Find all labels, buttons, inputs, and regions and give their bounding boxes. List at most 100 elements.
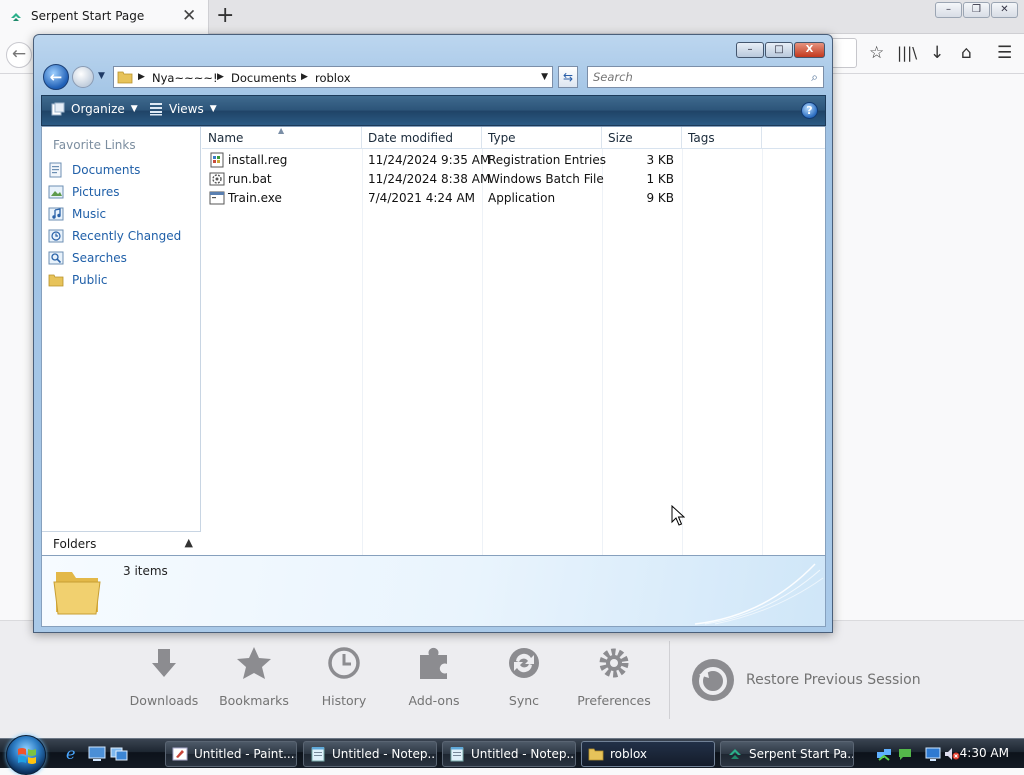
back-button[interactable]: ← <box>43 64 69 90</box>
nav-item-pictures[interactable]: Pictures <box>48 182 120 202</box>
browser-maximize-button[interactable]: ❒ <box>963 2 990 18</box>
footer-downloads[interactable]: Downloads <box>119 645 209 708</box>
address-bar[interactable]: ▶ Nya~~~~! ▶ Documents ▶ roblox ▼ <box>113 66 553 88</box>
new-tab-button[interactable]: + <box>216 3 234 28</box>
pictures-icon <box>48 185 64 199</box>
help-icon[interactable]: ? <box>801 102 818 119</box>
downloads-icon <box>152 649 176 677</box>
monitor-icon[interactable] <box>925 746 941 762</box>
taskbar-button-serpent-browser[interactable]: Serpent Start Pa... <box>720 741 854 767</box>
column-header-type[interactable]: Type <box>482 127 602 149</box>
column-divider <box>482 149 483 555</box>
notepad-icon <box>311 747 325 762</box>
tab-serpent-start-page[interactable]: Serpent Start Page ✕ <box>0 0 209 34</box>
file-row[interactable]: run.bat 11/24/2024 8:38 AM Windows Batch… <box>202 170 825 189</box>
clock[interactable]: 4:30 AM <box>960 746 1009 760</box>
footer-addons[interactable]: Add-ons <box>389 645 479 708</box>
views-button[interactable]: Views ▼ <box>149 102 217 116</box>
tab-title: Serpent Start Page <box>31 9 145 23</box>
windows-logo-icon <box>18 748 36 764</box>
forward-button[interactable] <box>72 66 94 88</box>
hamburger-menu-icon[interactable]: ☰ <box>997 43 1012 63</box>
nav-item-recently-changed[interactable]: Recently Changed <box>48 226 181 246</box>
file-row[interactable]: install.reg 11/24/2024 9:35 AM Registrat… <box>202 151 825 170</box>
breadcrumb-roblox[interactable]: roblox <box>315 71 351 85</box>
browser-minimize-button[interactable]: – <box>935 2 962 18</box>
breadcrumb-user[interactable]: Nya~~~~! <box>152 71 218 85</box>
taskbar-button-label: Serpent Start Pa... <box>749 747 854 761</box>
notification-icon[interactable] <box>897 746 913 762</box>
nav-item-documents[interactable]: Documents <box>48 160 140 180</box>
home-icon[interactable]: ⌂ <box>961 43 972 63</box>
taskbar-button-notepad[interactable]: Untitled - Notep... <box>442 741 576 767</box>
preferences-gear-icon <box>599 648 629 678</box>
network-icon[interactable] <box>876 746 892 762</box>
volume-muted-icon[interactable] <box>944 746 960 762</box>
file-name: install.reg <box>228 153 288 167</box>
organize-button[interactable]: Organize ▼ <box>51 102 138 116</box>
start-button[interactable] <box>6 735 46 775</box>
back-arrow-icon[interactable]: ← <box>6 42 32 68</box>
file-name: Train.exe <box>228 191 282 205</box>
breadcrumb-separator-icon[interactable]: ▶ <box>217 72 224 82</box>
breadcrumb-separator-icon[interactable]: ▶ <box>301 72 308 82</box>
explorer-title-bar[interactable]: – □ X <box>34 35 832 63</box>
footer-label-history: History <box>321 693 367 708</box>
views-icon <box>150 103 162 116</box>
refresh-icon[interactable]: ⇆ <box>558 66 578 88</box>
footer-preferences[interactable]: Preferences <box>569 645 659 708</box>
taskbar-button-paint[interactable]: Untitled - Paint.... <box>165 741 297 767</box>
registry-file-icon <box>210 152 224 168</box>
footer-sync[interactable]: Sync <box>479 645 569 708</box>
search-icon[interactable]: ⌕ <box>811 70 818 85</box>
restore-session-button[interactable]: Restore Previous Session <box>690 657 921 703</box>
recently-changed-icon <box>48 229 64 243</box>
serpent-browser-icon <box>729 749 741 759</box>
footer-divider <box>669 641 670 719</box>
breadcrumb-separator-icon[interactable]: ▶ <box>138 72 145 82</box>
navigation-pane: Favorite Links Documents Pictures Music … <box>42 127 201 555</box>
explorer-maximize-button[interactable]: □ <box>765 42 793 58</box>
column-header-name[interactable]: ▲ Name <box>202 126 362 149</box>
folders-toggle[interactable]: Folders ▲ <box>42 531 201 555</box>
footer-history[interactable]: History <box>299 645 389 708</box>
explorer-close-button[interactable]: X <box>794 42 825 58</box>
nav-item-public[interactable]: Public <box>48 270 108 290</box>
recent-pages-dropdown-icon[interactable]: ▼ <box>98 71 105 81</box>
chevron-up-icon[interactable]: ▲ <box>185 536 193 549</box>
taskbar-button-label: Untitled - Paint.... <box>194 747 297 761</box>
download-arrow-icon[interactable]: ↓ <box>930 43 944 63</box>
file-size: 9 KB <box>646 191 674 205</box>
column-header-tags[interactable]: Tags <box>682 127 762 149</box>
explorer-minimize-button[interactable]: – <box>736 42 764 58</box>
nav-item-searches[interactable]: Searches <box>48 248 127 268</box>
footer-bookmarks[interactable]: Bookmarks <box>209 645 299 708</box>
address-dropdown-icon[interactable]: ▼ <box>541 72 548 82</box>
nav-label-searches: Searches <box>72 251 127 265</box>
file-type: Windows Batch File <box>488 172 604 186</box>
taskbar-button-notepad[interactable]: Untitled - Notep... <box>303 741 437 767</box>
search-input[interactable] <box>588 67 798 87</box>
internet-explorer-icon[interactable]: e <box>64 744 82 762</box>
column-header-date[interactable]: Date modified <box>362 127 482 149</box>
show-desktop-icon[interactable] <box>88 744 106 762</box>
nav-label-recently-changed: Recently Changed <box>72 229 182 243</box>
item-count: 3 items <box>123 564 168 578</box>
column-header-size[interactable]: Size <box>602 127 682 149</box>
browser-close-button[interactable]: ✕ <box>991 2 1018 18</box>
nav-item-music[interactable]: Music <box>48 204 106 224</box>
taskbar-button-roblox-folder[interactable]: roblox <box>581 741 715 767</box>
column-divider <box>602 149 603 555</box>
folder-icon <box>53 572 101 615</box>
serpent-logo-icon <box>11 13 21 21</box>
file-date: 11/24/2024 9:35 AM <box>368 153 491 167</box>
file-row[interactable]: Train.exe 7/4/2021 4:24 AM Application 9… <box>202 189 825 208</box>
search-box[interactable]: ⌕ <box>587 66 824 88</box>
switch-windows-icon[interactable] <box>110 744 128 762</box>
bookmark-star-icon[interactable]: ☆ <box>869 43 884 63</box>
tab-close-icon[interactable]: ✕ <box>182 6 196 26</box>
new-tab-footer: Downloads Bookmarks History Add-ons Sync… <box>0 620 1024 740</box>
library-icon[interactable]: |||\ <box>897 44 917 62</box>
breadcrumb-documents[interactable]: Documents <box>231 71 297 85</box>
footer-label-bookmarks: Bookmarks <box>219 693 289 708</box>
